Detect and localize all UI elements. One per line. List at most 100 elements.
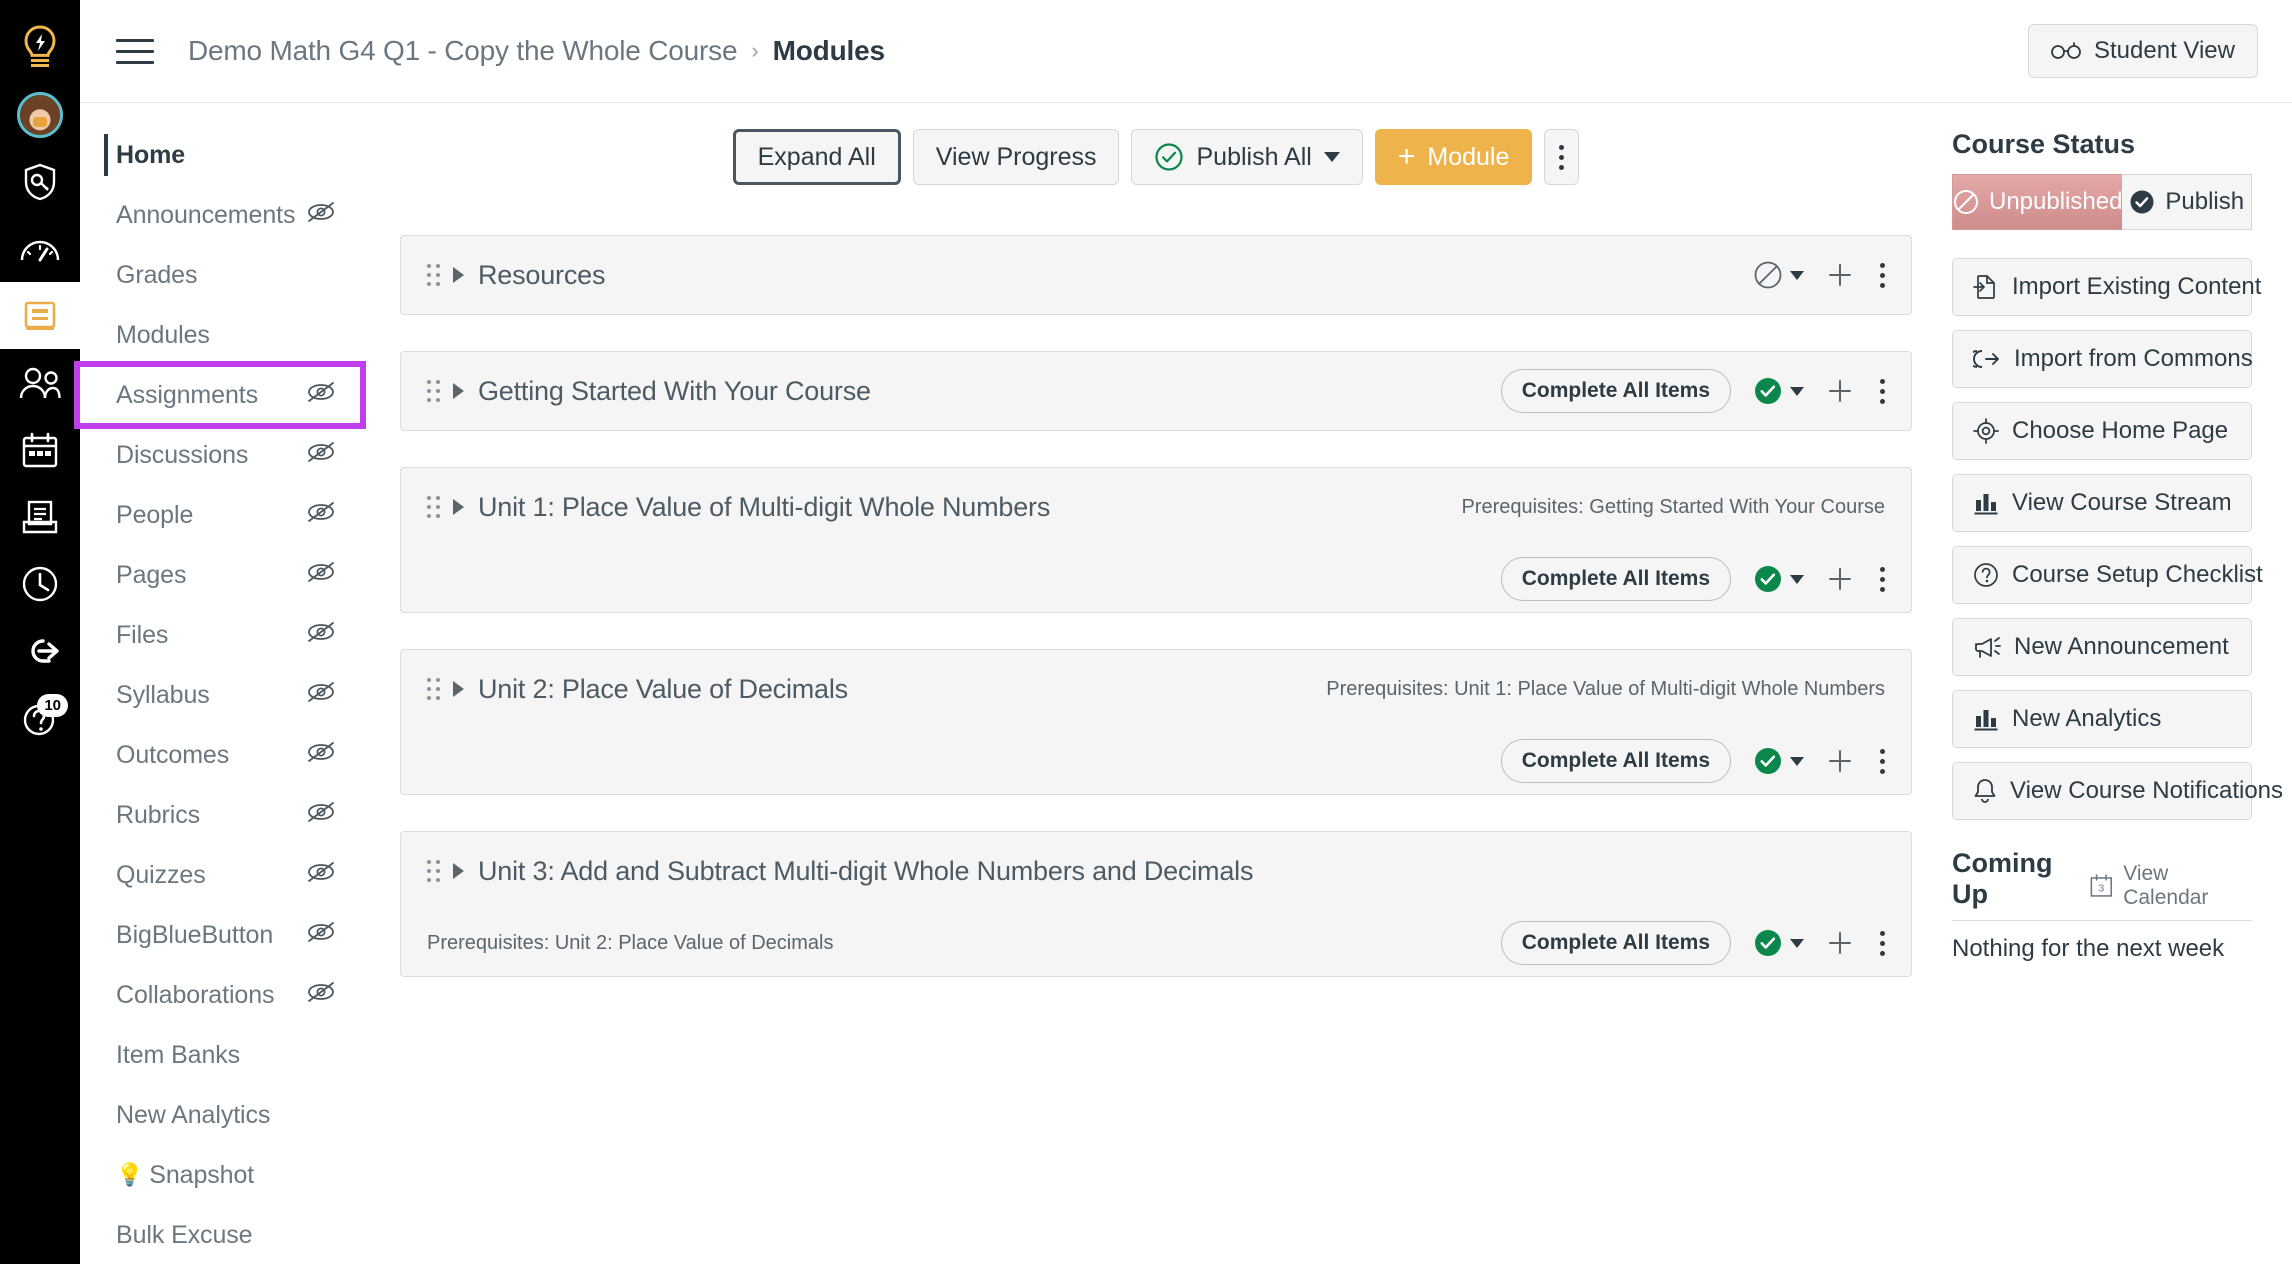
lightbulb-emoji-icon: 💡 xyxy=(116,1162,144,1187)
module-title[interactable]: Resources xyxy=(478,260,605,291)
module-publish-toggle[interactable] xyxy=(1753,376,1804,406)
student-view-label: Student View xyxy=(2094,37,2235,64)
new-announcement-button[interactable]: New Announcement xyxy=(1952,618,2252,676)
course-nav-item-quizzes[interactable]: Quizzes xyxy=(80,845,360,905)
new-analytics-button[interactable]: New Analytics xyxy=(1952,690,2252,748)
course-nav-item-snapshot[interactable]: 💡 Snapshot xyxy=(80,1145,360,1205)
module-more-options-button[interactable] xyxy=(1880,566,1885,592)
drag-handle-icon[interactable] xyxy=(427,264,441,286)
course-nav-item-rubrics[interactable]: Rubrics xyxy=(80,785,360,845)
course-nav-item-syllabus[interactable]: Syllabus xyxy=(80,665,360,725)
add-module-item-button[interactable] xyxy=(1826,929,1854,957)
course-nav-item-label: Syllabus xyxy=(116,680,210,709)
module-publish-toggle[interactable] xyxy=(1753,564,1804,594)
drag-handle-icon[interactable] xyxy=(427,496,441,518)
course-nav-item-outcomes[interactable]: Outcomes xyxy=(80,725,360,785)
add-module-item-button[interactable] xyxy=(1826,261,1854,289)
module-publish-toggle[interactable] xyxy=(1753,928,1804,958)
history-nav-button[interactable] xyxy=(0,550,80,617)
modules-more-options-button[interactable] xyxy=(1544,129,1580,185)
module-more-options-button[interactable] xyxy=(1880,930,1885,956)
published-check-circle-filled-icon xyxy=(2130,190,2154,214)
course-nav-item-people[interactable]: People xyxy=(80,485,360,545)
hidden-from-students-icon xyxy=(306,980,336,1011)
arrow-right-circle-icon xyxy=(31,638,59,663)
module-publish-toggle[interactable] xyxy=(1753,260,1804,290)
bar-chart-icon xyxy=(1973,491,1999,515)
groups-nav-button[interactable] xyxy=(0,349,80,416)
module-more-options-button[interactable] xyxy=(1880,378,1885,404)
course-nav-item-discussions[interactable]: Discussions xyxy=(80,425,360,485)
course-nav-item-home[interactable]: Home xyxy=(80,125,360,185)
published-check-circle-icon xyxy=(1155,143,1184,171)
status-unpublished-button[interactable]: Unpublished xyxy=(1952,174,2123,230)
breadcrumb-course-link[interactable]: Demo Math G4 Q1 - Copy the Whole Course xyxy=(188,35,738,67)
published-check-circle-icon xyxy=(1755,566,1781,592)
course-nav-item-modules[interactable]: Modules xyxy=(80,305,360,365)
view-course-stream-button[interactable]: View Course Stream xyxy=(1952,474,2252,532)
course-nav-item-label: Quizzes xyxy=(116,860,206,889)
course-nav-item-bigbluebutton[interactable]: BigBlueButton xyxy=(80,905,360,965)
expand-collapse-triangle-icon[interactable] xyxy=(453,863,464,879)
calendar-nav-button[interactable] xyxy=(0,416,80,483)
help-nav-button[interactable]: 10 xyxy=(0,684,80,751)
admin-nav-button[interactable] xyxy=(0,148,80,215)
drag-handle-icon[interactable] xyxy=(427,860,441,882)
gauge-icon xyxy=(20,240,60,261)
courses-nav-button[interactable] xyxy=(0,282,80,349)
student-view-button[interactable]: Student View xyxy=(2028,24,2258,78)
course-nav-item-collaborations[interactable]: Collaborations xyxy=(80,965,360,1025)
course-nav-item-pages[interactable]: Pages xyxy=(80,545,360,605)
hidden-from-students-icon xyxy=(306,380,336,411)
breadcrumb-separator-icon: › xyxy=(751,38,759,63)
module-prerequisites: Prerequisites: Getting Started With Your… xyxy=(1461,495,1885,518)
expand-collapse-triangle-icon[interactable] xyxy=(453,383,464,399)
people-icon xyxy=(19,367,61,398)
expand-all-button[interactable]: Expand All xyxy=(732,129,901,185)
account-avatar-button[interactable] xyxy=(0,81,80,148)
view-progress-button[interactable]: View Progress xyxy=(912,129,1120,185)
course-setup-checklist-button[interactable]: Course Setup Checklist xyxy=(1952,546,2263,604)
module-title[interactable]: Getting Started With Your Course xyxy=(478,376,871,407)
import-existing-content-button[interactable]: Import Existing Content xyxy=(1952,258,2261,316)
module-title[interactable]: Unit 1: Place Value of Multi-digit Whole… xyxy=(478,492,1050,523)
expand-collapse-triangle-icon[interactable] xyxy=(453,499,464,515)
course-nav-item-label: Modules xyxy=(116,320,210,349)
view-course-notifications-button[interactable]: View Course Notifications xyxy=(1952,762,2283,820)
status-publish-button[interactable]: Publish xyxy=(2122,174,2252,230)
course-nav-item-item-banks[interactable]: Item Banks xyxy=(80,1025,360,1085)
add-module-item-button[interactable] xyxy=(1826,377,1854,405)
module-more-options-button[interactable] xyxy=(1880,262,1885,288)
add-module-item-button[interactable] xyxy=(1826,565,1854,593)
expand-collapse-triangle-icon[interactable] xyxy=(453,267,464,283)
course-nav-item-announcements[interactable]: Announcements xyxy=(80,185,360,245)
add-module-button[interactable]: + Module xyxy=(1374,129,1533,185)
shield-key-icon xyxy=(24,163,56,200)
module-controls-row: Complete All Items xyxy=(427,728,1885,794)
module-title[interactable]: Unit 3: Add and Subtract Multi-digit Who… xyxy=(478,856,1253,887)
menu-toggle-button[interactable] xyxy=(116,28,162,74)
choose-home-page-button[interactable]: Choose Home Page xyxy=(1952,402,2252,460)
clock-icon xyxy=(22,566,58,601)
add-module-item-button[interactable] xyxy=(1826,747,1854,775)
course-nav-item-bulk-excuse[interactable]: Bulk Excuse xyxy=(80,1205,360,1264)
course-nav-item-grades[interactable]: Grades xyxy=(80,245,360,305)
module-card: Resources xyxy=(400,235,1912,315)
module-title[interactable]: Unit 2: Place Value of Decimals xyxy=(478,674,848,705)
dashboard-nav-button[interactable] xyxy=(0,215,80,282)
canvas-logo[interactable] xyxy=(0,14,80,81)
inbox-nav-button[interactable] xyxy=(0,483,80,550)
drag-handle-icon[interactable] xyxy=(427,380,441,402)
publish-all-button[interactable]: Publish All xyxy=(1131,129,1363,185)
module-header-row: Resources xyxy=(427,236,1885,314)
module-more-options-button[interactable] xyxy=(1880,748,1885,774)
commons-nav-button[interactable] xyxy=(0,617,80,684)
course-nav-item-assignments[interactable]: Assignments xyxy=(74,361,366,429)
module-publish-toggle[interactable] xyxy=(1753,746,1804,776)
course-nav-item-files[interactable]: Files xyxy=(80,605,360,665)
view-calendar-link[interactable]: 3 View Calendar xyxy=(2089,862,2252,910)
expand-collapse-triangle-icon[interactable] xyxy=(453,681,464,697)
course-nav-item-new-analytics[interactable]: New Analytics xyxy=(80,1085,360,1145)
drag-handle-icon[interactable] xyxy=(427,678,441,700)
import-from-commons-button[interactable]: Import from Commons xyxy=(1952,330,2253,388)
